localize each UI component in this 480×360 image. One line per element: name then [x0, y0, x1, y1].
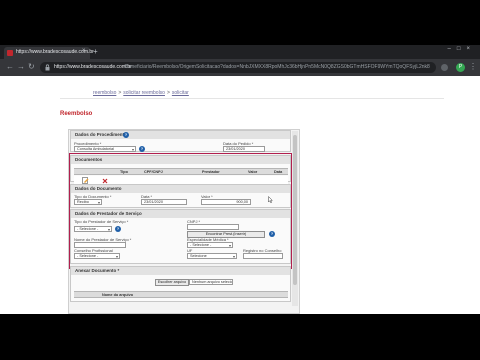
address-bar[interactable]: https://www.bradescosaude.com.br /Benefi…: [40, 62, 436, 73]
uf-select[interactable]: Selecione: [187, 253, 237, 259]
breadcrumb-link-reembolso[interactable]: reembolso: [93, 90, 116, 96]
help-icon[interactable]: ?: [123, 132, 129, 138]
browser-menu-icon[interactable]: ⋮: [469, 62, 477, 72]
tipo-prestador-help-icon[interactable]: ?: [115, 226, 121, 232]
section-heading: Dados do Procedimento ?: [71, 131, 290, 139]
data-pedido-field[interactable]: 23/01/2020: [223, 146, 265, 152]
tab-strip: https://www.bradescosaude.com.br × + –□×: [0, 45, 480, 59]
breadcrumb-link-solicitar-reembolso[interactable]: solicitar reembolso: [123, 90, 165, 96]
tipo-prestador-select[interactable]: - Selecione -: [74, 226, 112, 232]
page-title: Reembolso: [60, 111, 93, 117]
close-tab-icon[interactable]: ×: [82, 48, 86, 54]
form-scrollbar[interactable]: [292, 131, 298, 306]
scrollbar-thumb[interactable]: [293, 135, 297, 285]
forward-arrow-icon[interactable]: →: [17, 62, 25, 72]
section-dados-procedimento: Dados do Procedimento ? Procedimento * C…: [70, 130, 291, 152]
window-controls[interactable]: –□×: [448, 46, 476, 52]
url-domain: https://www.bradescosaude.com.br: [54, 64, 132, 70]
breadcrumb: reembolso > solicitar reembolso > solicitar: [93, 90, 189, 96]
conselho-select[interactable]: - Selecione -: [74, 253, 120, 259]
valor-field[interactable]: 900,00: [201, 199, 251, 205]
browser-toolbar: ← → ↻ https://www.bradescosaude.com.br /…: [0, 59, 480, 76]
section-heading: Dados do Documento: [71, 185, 290, 193]
lock-icon: [45, 64, 50, 71]
extension-icon[interactable]: [441, 64, 448, 71]
video-letterbox-bottom: [0, 314, 480, 360]
anexos-grid-header: Nome do arquivo: [74, 291, 288, 298]
especialidade-select[interactable]: - Selecione -: [187, 242, 233, 248]
procedimento-select[interactable]: Consulta Ambulatorial: [74, 146, 136, 152]
tipo-documento-select[interactable]: Recibo: [74, 199, 102, 205]
breadcrumb-divider: [60, 98, 444, 99]
section-heading: Anexar Documento *: [71, 267, 290, 275]
new-tab-icon[interactable]: +: [93, 47, 98, 56]
video-letterbox-top: [0, 0, 480, 45]
mouse-cursor-icon: [268, 196, 273, 203]
reload-icon[interactable]: ↻: [28, 62, 35, 72]
favicon-icon: [7, 50, 13, 56]
profile-avatar[interactable]: P: [456, 63, 465, 72]
cnpj-help-icon[interactable]: ?: [269, 231, 275, 237]
data-documento-field[interactable]: 23/01/2020: [141, 199, 187, 205]
col-nome-arquivo: Nome do arquivo: [102, 293, 134, 297]
procedimento-help-icon[interactable]: ?: [139, 146, 145, 152]
cnpj-field[interactable]: [187, 224, 239, 230]
tipo-prestador-label: Tipo do Prestador de Serviço *: [74, 219, 129, 224]
browser-tab[interactable]: https://www.bradescosaude.com.br ×: [4, 47, 94, 59]
back-arrow-icon[interactable]: ←: [6, 62, 14, 72]
section-dados-documento: Dados do Documento Tipo do Documento * R…: [70, 184, 291, 208]
section-heading: Dados do Prestador de Serviço: [71, 210, 290, 218]
escolher-arquivo-button[interactable]: Escolher arquivo: [155, 279, 189, 286]
section-anexar-documento: Anexar Documento * Escolher arquivo Nenh…: [70, 266, 291, 302]
section-dados-prestador: Dados do Prestador de Serviço Tipo do Pr…: [70, 209, 291, 264]
registro-field[interactable]: [243, 253, 283, 259]
breadcrumb-link-solicitar[interactable]: solicitar: [172, 90, 189, 96]
file-status: Nenhum arquivo selecionado: [189, 279, 233, 285]
url-path: /Beneficiario/Reembolso/OrigemSolicitaca…: [124, 64, 430, 70]
